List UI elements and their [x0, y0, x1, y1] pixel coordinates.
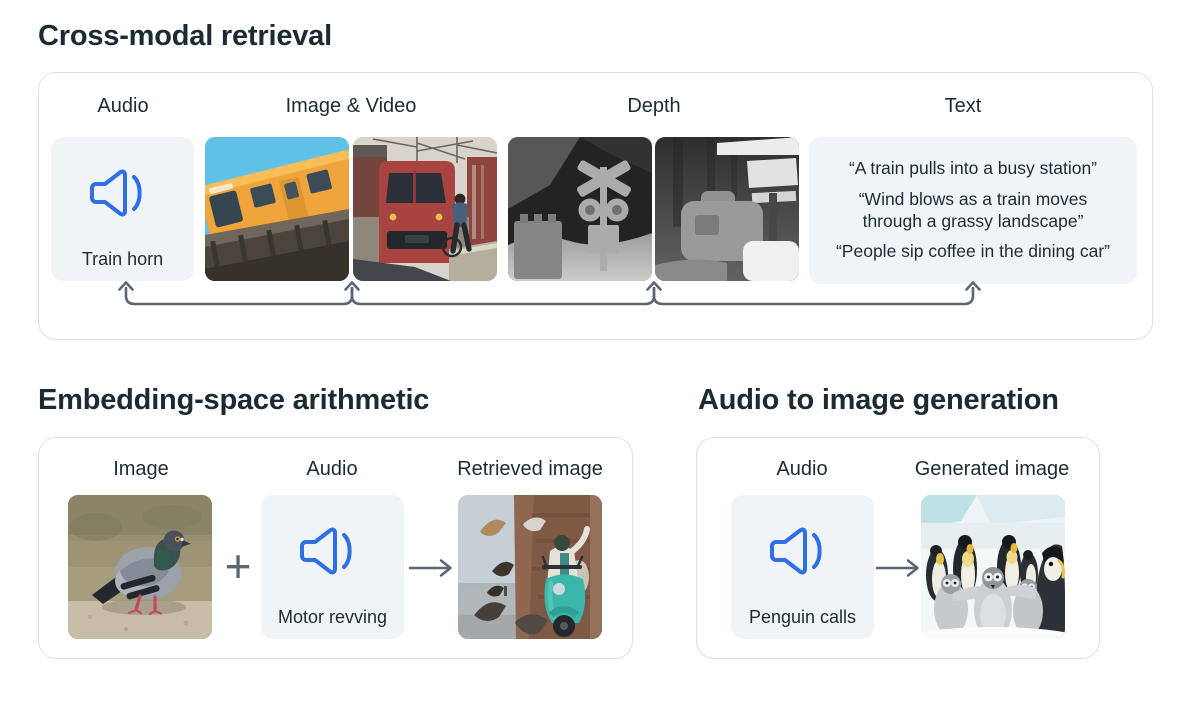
audio-card-penguin-calls: Penguin calls — [731, 495, 874, 639]
column-header-generated-image: Generated image — [915, 458, 1070, 481]
section-title-cross-modal: Cross-modal retrieval — [38, 20, 332, 53]
speaker-icon — [297, 522, 369, 580]
audio-card-motor-revving: Motor revving — [261, 495, 404, 639]
column-header-audio: Audio — [776, 458, 827, 481]
depth-map-railroad-crossing — [508, 137, 652, 281]
audio-card-label: Motor revving — [261, 607, 404, 628]
cross-modal-panel: Audio Image & Video Depth Text Train hor… — [38, 72, 1153, 340]
photo-penguins — [921, 495, 1065, 639]
column-header-image: Image — [113, 458, 169, 481]
quote-busy-station: “A train pulls into a busy station” — [817, 158, 1129, 180]
section-title-generation: Audio to image generation — [698, 384, 1059, 417]
quote-dining-car: “People sip coffee in the dining car” — [817, 241, 1129, 263]
text-descriptions-card: “A train pulls into a busy station” “Win… — [809, 137, 1137, 284]
depth-map-train — [655, 137, 799, 281]
arrow-right-icon — [874, 557, 922, 579]
plus-operator: + — [225, 543, 252, 589]
audio-card-train-horn: Train horn — [51, 137, 194, 281]
embedding-arithmetic-panel: Image Audio Retrieved image — [38, 437, 633, 659]
speaker-icon — [87, 164, 159, 222]
column-header-image-video: Image & Video — [286, 95, 417, 118]
photo-pigeon — [68, 495, 212, 639]
audio-to-image-panel: Audio Generated image Penguin calls — [696, 437, 1100, 659]
column-header-audio: Audio — [97, 95, 148, 118]
column-header-audio: Audio — [306, 458, 357, 481]
section-title-arithmetic: Embedding-space arithmetic — [38, 384, 429, 417]
photo-red-train-station — [353, 137, 497, 281]
column-header-depth: Depth — [627, 95, 680, 118]
photo-yellow-train — [205, 137, 349, 281]
quote-grassy-landscape: “Wind blows as a train moves through a g… — [844, 189, 1102, 233]
photo-scooter-pigeons — [458, 495, 602, 639]
column-header-text: Text — [945, 95, 982, 118]
arrow-right-icon — [407, 557, 455, 579]
audio-card-label: Train horn — [51, 249, 194, 270]
column-header-retrieved-image: Retrieved image — [457, 458, 603, 481]
speaker-icon — [767, 522, 839, 580]
audio-card-label: Penguin calls — [731, 607, 874, 628]
double-headed-bracket-arrows — [39, 277, 1154, 317]
